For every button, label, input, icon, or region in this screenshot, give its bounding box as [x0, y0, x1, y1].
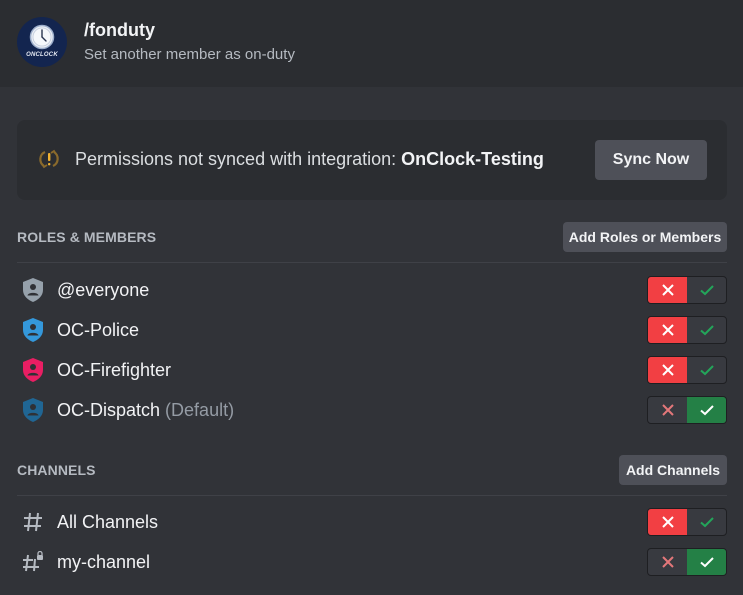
- permission-toggle: [647, 316, 727, 344]
- roles-divider: [17, 262, 727, 263]
- role-row-oc-dispatch: OC-Dispatch (Default): [17, 390, 727, 430]
- roles-section-title: ROLES & MEMBERS: [17, 229, 157, 245]
- role-name: @everyone: [57, 279, 150, 300]
- clock-icon: [29, 24, 55, 50]
- default-tag: (Default): [165, 399, 235, 420]
- allow-button[interactable]: [687, 317, 726, 343]
- channels-divider: [17, 495, 727, 496]
- permission-toggle: [647, 396, 727, 424]
- check-icon: [699, 405, 714, 416]
- role-row-everyone: @everyone: [17, 270, 727, 310]
- x-icon: [661, 556, 674, 568]
- permission-toggle: [647, 548, 727, 576]
- channel-row-all-channels: All Channels: [17, 502, 727, 542]
- command-description: Set another member as on-duty: [84, 46, 295, 63]
- x-icon: [661, 364, 674, 376]
- role-name: OC-Police: [57, 319, 140, 340]
- add-roles-members-button[interactable]: Add Roles or Members: [563, 222, 727, 252]
- role-shield-icon: [18, 357, 48, 383]
- role-name: OC-Firefighter: [57, 359, 172, 380]
- hashtag-icon: [18, 509, 48, 535]
- sync-warning-message: Permissions not synced with integration:…: [75, 149, 544, 170]
- permission-toggle: [647, 356, 727, 384]
- x-icon: [661, 516, 674, 528]
- role-row-oc-police: OC-Police: [17, 310, 727, 350]
- check-icon: [699, 557, 714, 568]
- role-row-oc-firefighter: OC-Firefighter: [17, 350, 727, 390]
- deny-button[interactable]: [648, 509, 687, 535]
- deny-button[interactable]: [648, 397, 687, 423]
- allow-button[interactable]: [687, 549, 726, 575]
- sync-now-button[interactable]: Sync Now: [595, 140, 707, 180]
- avatar-brand-text: ONCLOCK: [26, 52, 58, 58]
- check-icon: [699, 325, 714, 336]
- sync-warning-icon: [39, 149, 59, 169]
- role-shield-icon: [18, 317, 48, 343]
- allow-button[interactable]: [687, 509, 726, 535]
- deny-button[interactable]: [648, 357, 687, 383]
- role-name: OC-Dispatch (Default): [57, 399, 235, 420]
- x-icon: [661, 324, 674, 336]
- deny-button[interactable]: [648, 277, 687, 303]
- bot-avatar: ONCLOCK: [17, 17, 67, 67]
- integration-name: OnClock-Testing: [401, 149, 544, 169]
- channel-name: All Channels: [57, 511, 159, 532]
- sync-warning-banner: Permissions not synced with integration:…: [17, 120, 727, 200]
- hashtag-lock-icon: [18, 549, 48, 575]
- check-icon: [699, 285, 714, 296]
- allow-button[interactable]: [687, 357, 726, 383]
- check-icon: [699, 365, 714, 376]
- allow-button[interactable]: [687, 277, 726, 303]
- permission-toggle: [647, 276, 727, 304]
- sync-warning-text: Permissions not synced with integration:: [75, 149, 397, 169]
- x-icon: [661, 404, 674, 416]
- role-shield-icon: [18, 397, 48, 423]
- command-header: ONCLOCK /fonduty Set another member as o…: [0, 0, 743, 87]
- channel-name: my-channel: [57, 551, 151, 572]
- x-icon: [661, 284, 674, 296]
- role-shield-icon: [18, 277, 48, 303]
- command-name: /fonduty: [84, 20, 155, 40]
- check-icon: [699, 517, 714, 528]
- add-channels-button[interactable]: Add Channels: [619, 455, 727, 485]
- deny-button[interactable]: [648, 549, 687, 575]
- allow-button[interactable]: [687, 397, 726, 423]
- permission-toggle: [647, 508, 727, 536]
- deny-button[interactable]: [648, 317, 687, 343]
- channels-section-title: CHANNELS: [17, 462, 96, 478]
- channel-row-my-channel: my-channel: [17, 542, 727, 582]
